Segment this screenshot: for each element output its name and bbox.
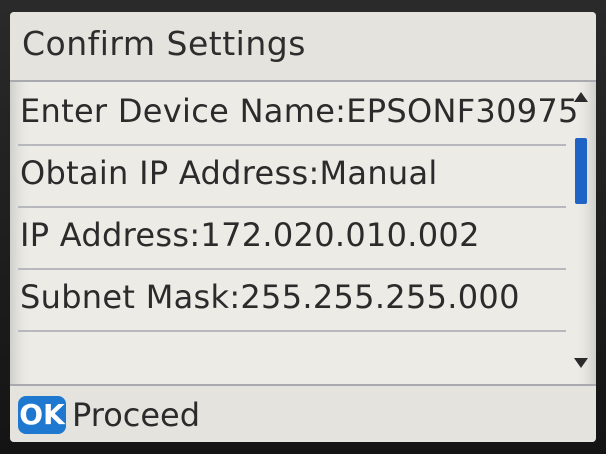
- row-divider: [18, 268, 566, 270]
- proceed-label[interactable]: Proceed: [72, 396, 200, 434]
- setting-row-obtain-ip[interactable]: Obtain IP Address:Manual: [20, 154, 438, 192]
- footer-bar: OK Proceed: [10, 384, 596, 442]
- scroll-down-arrow-icon[interactable]: [574, 358, 588, 368]
- row-divider: [18, 206, 566, 208]
- title-bar: Confirm Settings: [10, 12, 596, 82]
- row-divider: [18, 330, 566, 332]
- row-divider: [18, 144, 566, 146]
- setting-row-ip-address[interactable]: IP Address:172.020.010.002: [20, 216, 480, 254]
- setting-row-device-name[interactable]: Enter Device Name:EPSONF30975: [20, 92, 579, 130]
- settings-list[interactable]: Enter Device Name:EPSONF30975 Obtain IP …: [10, 82, 596, 382]
- scroll-up-arrow-icon[interactable]: [574, 92, 588, 102]
- ok-button[interactable]: OK: [18, 396, 66, 434]
- scroll-thumb[interactable]: [575, 138, 587, 204]
- lcd-screen: Confirm Settings Enter Device Name:EPSON…: [10, 12, 596, 442]
- setting-row-subnet-mask[interactable]: Subnet Mask:255.255.255.000: [20, 278, 520, 316]
- scrollbar[interactable]: [572, 88, 590, 378]
- page-title: Confirm Settings: [22, 24, 306, 63]
